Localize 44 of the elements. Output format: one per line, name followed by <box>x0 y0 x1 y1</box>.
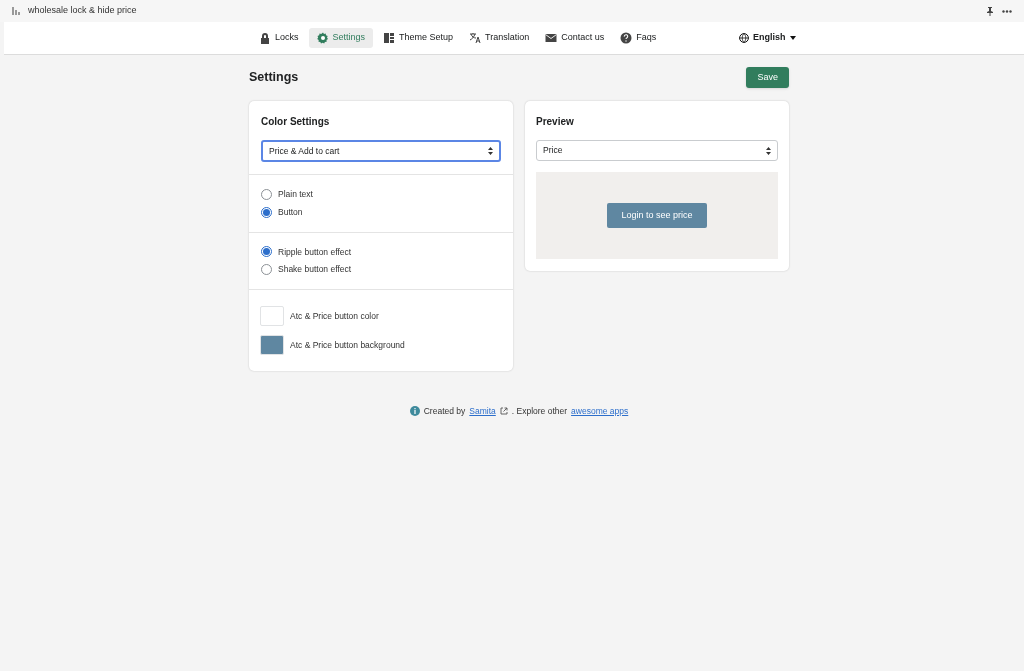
gear-icon <box>316 32 329 44</box>
footer-text: Created by <box>423 405 466 418</box>
language-dropdown[interactable]: English <box>739 31 796 45</box>
page-title: Settings <box>249 69 299 87</box>
option-label: Plain text <box>278 188 313 201</box>
radio-button[interactable] <box>261 188 272 200</box>
help-icon <box>620 32 633 44</box>
translate-icon <box>469 32 482 44</box>
nav-tab[interactable]: Settings <box>308 28 374 48</box>
login-button[interactable]: Login to see price <box>607 203 707 228</box>
more-icon[interactable] <box>1002 9 1012 13</box>
layout-icon <box>383 32 396 44</box>
app-icon <box>12 7 20 15</box>
nav-tab[interactable]: Contact us <box>539 28 611 48</box>
nav-tab[interactable]: Faqs <box>614 28 663 48</box>
nav-tab[interactable]: Translation <box>463 28 536 48</box>
save-button[interactable]: Save <box>746 67 789 88</box>
radio-button[interactable] <box>261 264 272 276</box>
samita-link[interactable]: Samita <box>469 405 496 418</box>
lock-icon <box>259 32 271 44</box>
option-label: Button <box>278 205 303 219</box>
option-label: Ripple button effect <box>278 245 352 259</box>
external-link-icon <box>499 407 508 416</box>
pin-icon[interactable] <box>986 6 994 16</box>
mail-icon <box>545 32 558 44</box>
nav-tab[interactable]: Theme Setup <box>377 28 460 48</box>
select-arrows-icon <box>766 146 771 155</box>
option-label: Shake button effect <box>278 263 352 276</box>
card-title: Preview <box>536 115 575 129</box>
info-icon <box>409 406 420 417</box>
globe-icon <box>739 32 749 43</box>
window-title: wholesale lock & hide price <box>28 4 137 18</box>
color-label: Atc & Price button background <box>290 338 405 352</box>
color-label: Atc & Price button color <box>290 309 379 323</box>
awesome-apps-link[interactable]: awesome apps <box>571 405 629 418</box>
select-arrows-icon <box>488 147 493 155</box>
color-swatch[interactable] <box>260 335 284 355</box>
footer-text: . Explore other <box>511 405 568 418</box>
select-field[interactable]: Price & Add to cart <box>261 140 501 162</box>
select-field[interactable]: Price <box>536 140 778 161</box>
card-title: Color Settings <box>261 115 331 129</box>
color-swatch[interactable] <box>260 306 284 326</box>
nav-tab[interactable]: Locks <box>253 28 305 48</box>
caret-icon <box>789 35 796 40</box>
